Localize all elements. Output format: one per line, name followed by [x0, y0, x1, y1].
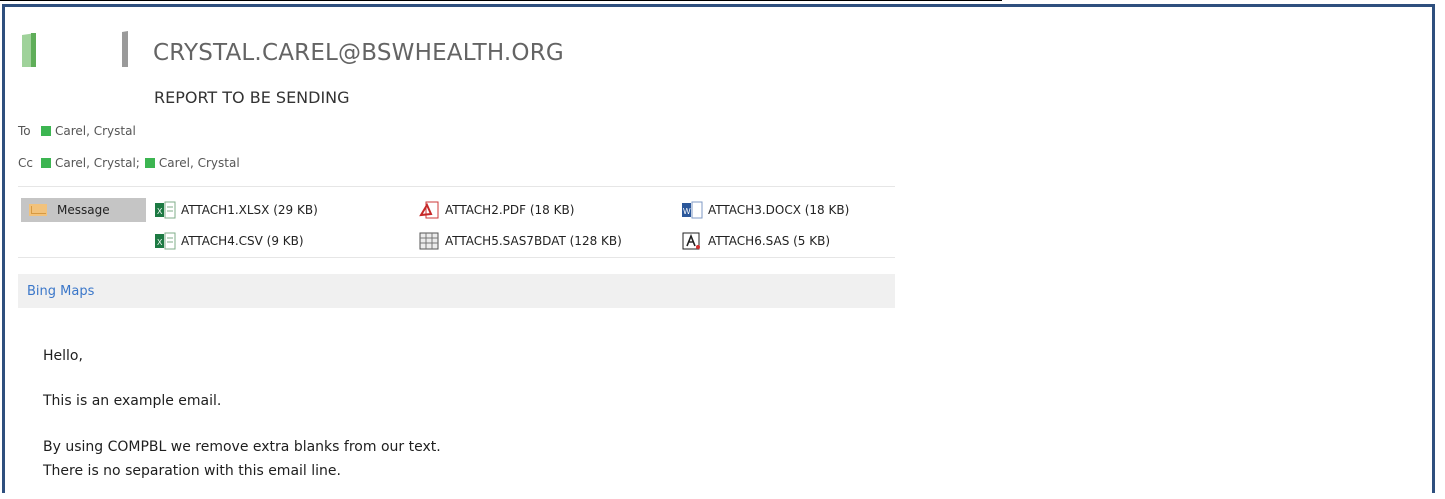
- attachment-item[interactable]: ATTACH5.SAS7BDAT (128 KB): [419, 232, 622, 250]
- email-body-line: There is no separation with this email l…: [43, 463, 341, 479]
- presence-icon: [41, 158, 51, 168]
- email-body-line: This is an example email.: [43, 393, 222, 409]
- envelope-icon: [29, 204, 47, 216]
- attachment-name: ATTACH1.XLSX (29 KB): [181, 203, 318, 217]
- excel-icon: X: [155, 201, 176, 219]
- addins-bar: Bing Maps: [18, 274, 895, 308]
- csv-icon: X: [155, 232, 176, 250]
- message-tab-label: Message: [57, 203, 110, 217]
- attachment-name: ATTACH3.DOCX (18 KB): [708, 203, 850, 217]
- svg-text:X: X: [157, 238, 163, 247]
- attachment-item[interactable]: X ATTACH1.XLSX (29 KB): [155, 201, 318, 219]
- sas-data-icon: [419, 232, 439, 250]
- sender-photo-placeholder-icon: [22, 31, 128, 67]
- attachment-name: ATTACH5.SAS7BDAT (128 KB): [445, 234, 622, 248]
- word-icon: W: [682, 201, 703, 219]
- attachment-item[interactable]: X ATTACH4.CSV (9 KB): [155, 232, 304, 250]
- bing-maps-link[interactable]: Bing Maps: [27, 284, 94, 299]
- cc-label: Cc: [18, 156, 33, 170]
- top-divider: [0, 0, 1002, 1]
- attachment-name: ATTACH6.SAS (5 KB): [708, 234, 831, 248]
- attachments-separator: [18, 257, 895, 258]
- email-body-line: By using COMPBL we remove extra blanks f…: [43, 439, 441, 455]
- cc-recipient[interactable]: Carel, Crystal: [159, 156, 240, 170]
- attachment-item[interactable]: ATTACH6.SAS (5 KB): [682, 232, 830, 250]
- pdf-icon: [419, 201, 439, 219]
- attachment-name: ATTACH2.PDF (18 KB): [445, 203, 575, 217]
- presence-icon: [41, 126, 51, 136]
- presence-icon: [144, 158, 155, 168]
- attachment-item[interactable]: ATTACH2.PDF (18 KB): [419, 201, 574, 219]
- svg-text:X: X: [157, 207, 163, 216]
- to-line: To Carel, Crystal: [18, 124, 136, 138]
- header-separator: [18, 186, 895, 187]
- email-window: CRYSTAL.CAREL@BSWHEALTH.ORG REPORT TO BE…: [2, 4, 1435, 493]
- email-subject: REPORT TO BE SENDING: [154, 88, 350, 107]
- svg-text:W: W: [683, 207, 691, 216]
- cc-recipient[interactable]: Carel, Crystal;: [55, 156, 140, 170]
- attachment-item[interactable]: W ATTACH3.DOCX (18 KB): [682, 201, 849, 219]
- to-label: To: [18, 124, 31, 138]
- sas-program-icon: [682, 232, 700, 250]
- message-tab[interactable]: Message: [21, 198, 146, 222]
- cc-line: Cc Carel, Crystal; Carel, Crystal: [18, 156, 240, 170]
- attachment-name: ATTACH4.CSV (9 KB): [181, 234, 304, 248]
- to-recipient[interactable]: Carel, Crystal: [55, 124, 136, 138]
- email-greeting: Hello,: [43, 348, 83, 364]
- sender-address: CRYSTAL.CAREL@BSWHEALTH.ORG: [153, 40, 564, 66]
